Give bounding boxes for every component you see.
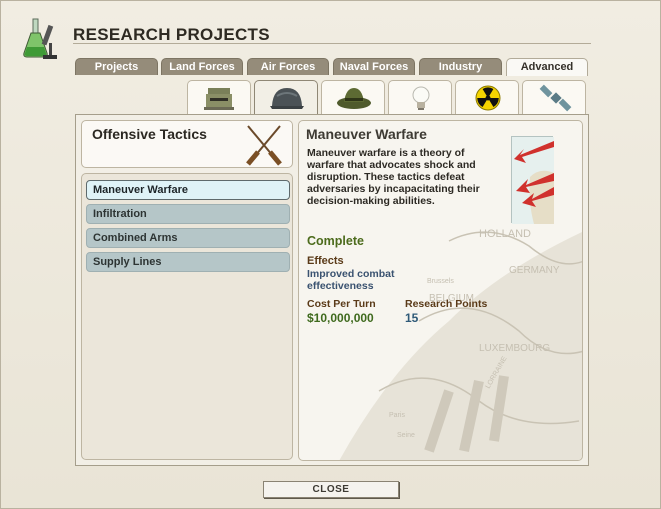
cost-value: $10,000,000 [307,311,374,325]
category-title: Offensive Tactics [92,126,207,142]
subtab-satellite[interactable] [522,80,586,114]
map-label-germany: GERMANY [509,265,560,276]
tab-land-forces[interactable]: Land Forces [161,58,243,75]
list-item-maneuver-warfare[interactable]: Maneuver Warfare [86,180,290,200]
subtab-light-bulb[interactable] [388,80,452,114]
crossed-rifles-icon [246,125,282,166]
tab-air-forces[interactable]: Air Forces [247,58,329,75]
light-bulb-icon [412,86,430,110]
subtab-campaign-hat[interactable] [321,80,385,114]
research-points-heading: Research Points [405,298,488,310]
radiation-icon [475,85,501,111]
project-description: Maneuver warfare is a theory of warfare … [307,147,480,207]
list-item-supply-lines[interactable]: Supply Lines [86,252,290,272]
effects-heading: Effects [307,255,344,267]
campaign-hat-icon [337,88,371,109]
tab-naval-forces[interactable]: Naval Forces [333,58,415,75]
list-item-combined-arms[interactable]: Combined Arms [86,228,290,248]
cost-heading: Cost Per Turn [307,298,376,310]
map-label-paris: Paris [389,412,405,419]
satellite-icon [539,84,572,112]
flask-microscope-icon [19,17,59,63]
close-button[interactable]: CLOSE [263,481,399,498]
title-divider [73,43,591,44]
window-title: RESEARCH PROJECTS [73,25,270,44]
category-header: Offensive Tactics [81,120,293,168]
tab-advanced[interactable]: Advanced [506,58,588,76]
tab-industry[interactable]: Industry [419,58,502,75]
project-list: Maneuver Warfare Infiltration Combined A… [81,173,293,460]
bunker-icon [204,88,234,110]
subtab-radiation[interactable] [455,80,519,114]
combat-helmet-icon [270,88,304,109]
project-title: Maneuver Warfare [306,126,427,142]
research-projects-window: RESEARCH PROJECTS Projects Land Forces A… [0,0,661,509]
tab-projects[interactable]: Projects [75,58,158,75]
research-points-value: 15 [405,311,419,325]
map-label-brussels: Brussels [427,278,454,285]
project-thumbnail [511,136,554,224]
map-label-luxembourg: LUXEMBOURG [479,343,550,354]
map-label-seine: Seine [397,432,415,439]
battle-map-icon [512,137,554,224]
project-detail-panel: HOLLAND GERMANY BELGIUM LUXEMBOURG Bruss… [298,120,583,461]
status-label: Complete [307,234,364,248]
map-label-holland: HOLLAND [479,228,531,240]
list-item-infiltration[interactable]: Infiltration [86,204,290,224]
subtab-bunker[interactable] [187,80,251,114]
effects-text: Improved combat effectiveness [307,268,395,292]
subtab-combat-helmet[interactable] [254,80,318,116]
